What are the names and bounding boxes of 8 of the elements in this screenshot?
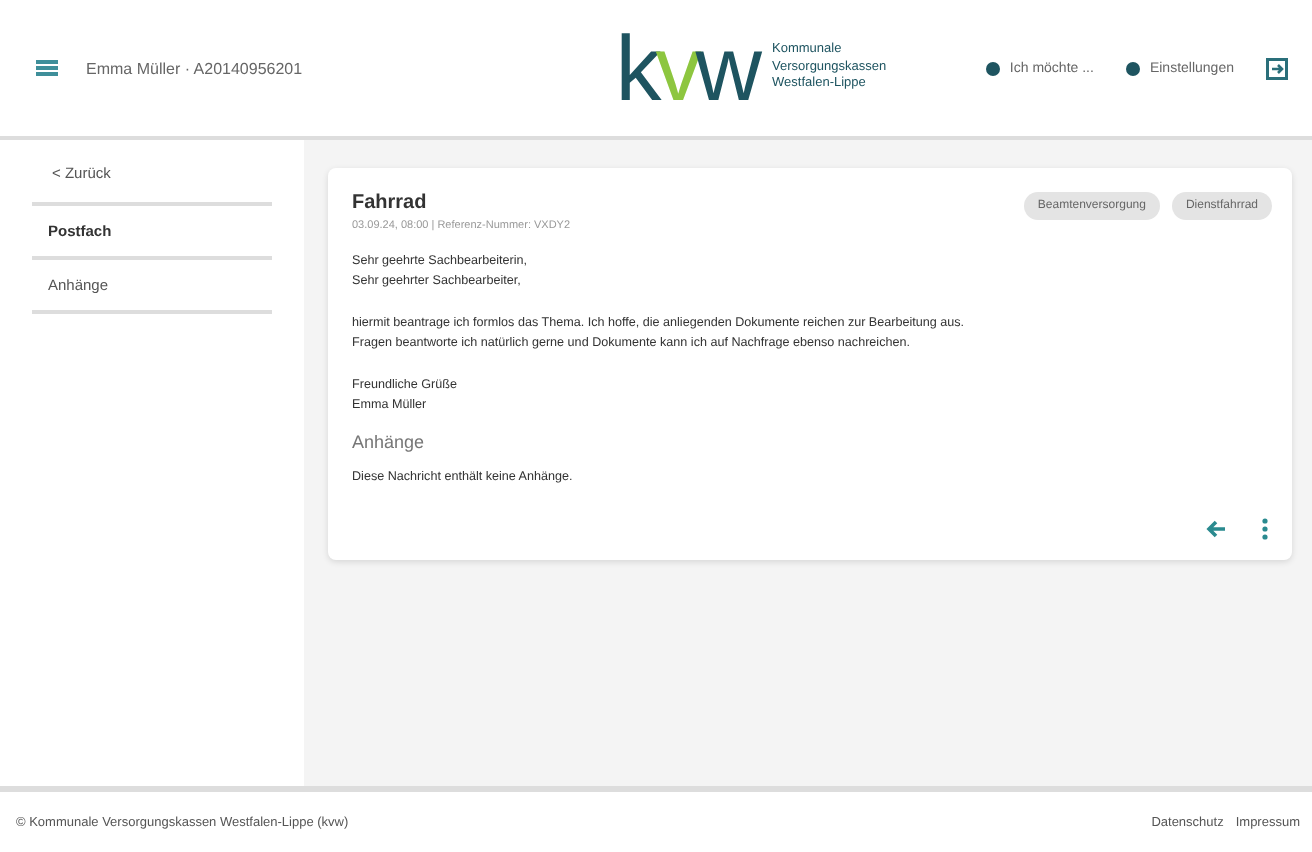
logout-icon[interactable]: [1265, 57, 1288, 79]
logo: kvw: [615, 22, 757, 114]
section-heading: Anhänge: [352, 432, 427, 453]
menu-icon[interactable]: [36, 60, 58, 76]
message-title: Fahrrad: [352, 192, 429, 214]
more-icon[interactable]: [1262, 517, 1268, 540]
reply-icon[interactable]: [1206, 519, 1226, 538]
user-name: Emma Müller · A20140956201: [86, 59, 303, 77]
